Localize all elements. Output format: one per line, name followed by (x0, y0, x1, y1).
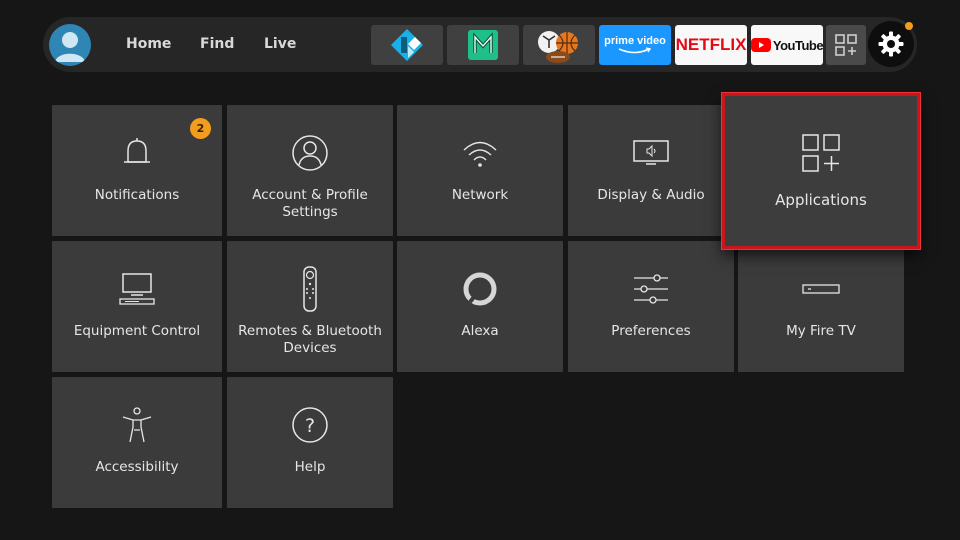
tile-preferences[interactable]: Preferences (568, 241, 734, 372)
tile-account-profile-settings[interactable]: Account & Profile Settings (227, 105, 393, 236)
netflix-logo-text: NETFLIX (675, 35, 747, 54)
accessibility-icon (52, 405, 222, 445)
tile-notifications[interactable]: 2 Notifications (52, 105, 222, 236)
app-mx-player[interactable] (447, 25, 519, 65)
tile-remotes-bluetooth[interactable]: Remotes & Bluetooth Devices (227, 241, 393, 372)
mx-player-icon (468, 30, 498, 60)
tile-my-fire-tv[interactable]: My Fire TV (738, 241, 904, 372)
tile-label: Display & Audio (597, 187, 705, 203)
applications-grid-icon (725, 132, 917, 174)
app-sports[interactable] (523, 25, 595, 65)
tile-network[interactable]: Network (397, 105, 563, 236)
top-navigation-bar: Home Find Live prime video NETFLIX YouTu… (43, 17, 917, 72)
tile-label: My Fire TV (786, 323, 856, 339)
apps-grid-icon (835, 34, 857, 56)
prime-video-logo-text: prime video (604, 35, 666, 47)
tile-label: Accessibility (95, 459, 179, 475)
alexa-icon (397, 269, 563, 309)
wifi-icon (397, 133, 563, 173)
kodi-icon (391, 29, 423, 61)
nav-find[interactable]: Find (200, 36, 234, 52)
tile-equipment-control[interactable]: Equipment Control (52, 241, 222, 372)
tile-label: Help (294, 459, 326, 475)
youtube-logo-text: YouTube (772, 37, 823, 53)
user-icon (55, 32, 85, 62)
nav-live[interactable]: Live (264, 36, 296, 52)
settings-notification-dot (905, 22, 913, 30)
tile-label: Preferences (611, 323, 691, 339)
tile-label: Applications (775, 191, 867, 209)
tile-label: Network (451, 187, 509, 203)
youtube-play-icon (751, 38, 771, 52)
tile-label: Remotes & Bluetooth Devices (238, 323, 382, 356)
tv-speaker-icon (568, 133, 734, 173)
fire-tv-device-icon (738, 269, 904, 309)
remote-icon (227, 265, 393, 313)
all-apps-button[interactable] (826, 25, 866, 65)
sports-balls-icon (538, 31, 578, 63)
tile-label: Account & Profile Settings (252, 187, 368, 220)
tile-label: Notifications (94, 187, 180, 203)
profile-icon (227, 133, 393, 173)
tile-alexa[interactable]: Alexa (397, 241, 563, 372)
tile-display-audio[interactable]: Display & Audio (568, 105, 734, 236)
tile-help[interactable]: ? Help (227, 377, 393, 508)
bell-icon (52, 133, 222, 173)
nav-home[interactable]: Home (126, 36, 171, 52)
tile-applications[interactable]: Applications (722, 93, 920, 249)
youtube-logo: YouTube (751, 38, 823, 53)
monitor-icon (52, 269, 222, 309)
prime-smile-icon (618, 47, 652, 54)
gear-icon (878, 31, 904, 57)
profile-avatar[interactable] (49, 24, 91, 66)
tile-label: Equipment Control (73, 323, 201, 339)
sliders-icon (568, 269, 734, 309)
app-netflix[interactable]: NETFLIX (675, 25, 747, 65)
app-kodi[interactable] (371, 25, 443, 65)
svg-text:?: ? (305, 415, 315, 437)
tile-label: Alexa (461, 323, 499, 339)
question-mark-icon: ? (227, 405, 393, 445)
app-prime-video[interactable]: prime video (599, 25, 671, 65)
tile-accessibility[interactable]: Accessibility (52, 377, 222, 508)
app-youtube[interactable]: YouTube (751, 25, 823, 65)
